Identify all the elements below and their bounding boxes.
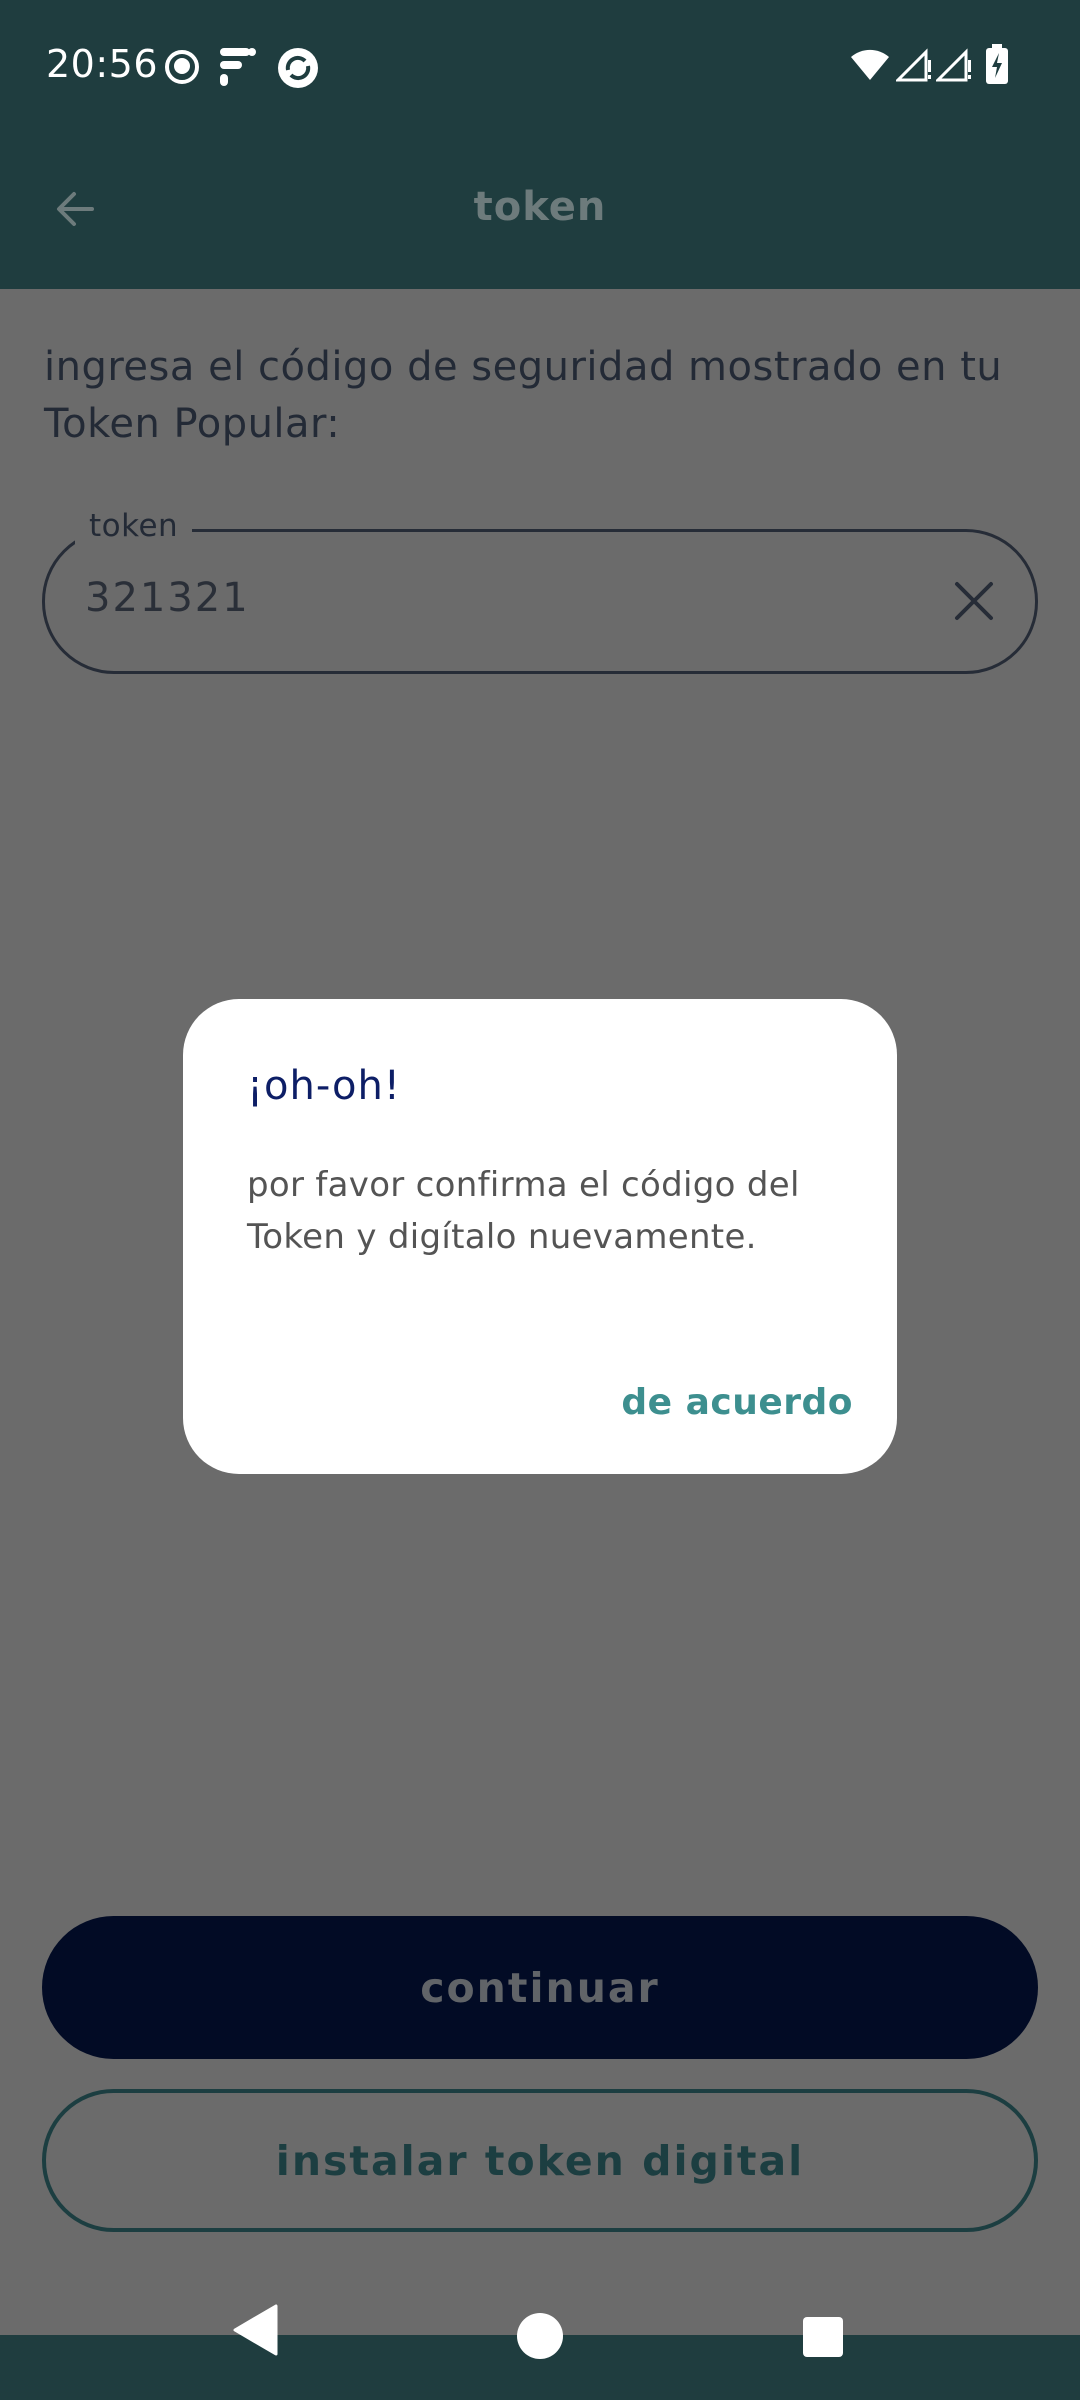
token-field-value[interactable]: 321321: [85, 575, 250, 621]
continue-button[interactable]: continuar: [42, 1916, 1038, 2059]
status-time: 20:56: [46, 42, 159, 86]
signal-icon: [896, 48, 932, 88]
status-bar: 20:56: [0, 0, 1080, 134]
install-token-button[interactable]: instalar token digital: [42, 2089, 1038, 2232]
dialog-title: ¡oh-oh!: [247, 1063, 401, 1109]
dialog-ok-button[interactable]: de acuerdo: [621, 1382, 853, 1423]
home-circle-icon[interactable]: [516, 2312, 564, 2364]
page-title: token: [473, 184, 607, 230]
token-field-label: token: [75, 508, 193, 544]
wifi-icon: [850, 48, 890, 88]
emoji-notification-icon: [163, 48, 201, 88]
back-triangle-icon[interactable]: [232, 2304, 278, 2360]
recents-square-icon[interactable]: [802, 2316, 844, 2362]
instruction-text: ingresa el código de seguridad mostrado …: [44, 344, 1003, 447]
feed-notification-icon: [218, 46, 258, 86]
signal-icon: [936, 48, 972, 88]
alert-dialog: ¡oh-oh! por favor confirma el código del…: [183, 999, 897, 1474]
app-bar: token: [0, 134, 1080, 289]
close-icon[interactable]: [949, 576, 999, 626]
sync-notification-icon: [276, 46, 320, 88]
battery-charging-icon: [986, 44, 1008, 84]
token-input[interactable]: token 321321: [42, 508, 1038, 674]
dialog-message: por favor confirma el código del Token y…: [247, 1165, 800, 1257]
